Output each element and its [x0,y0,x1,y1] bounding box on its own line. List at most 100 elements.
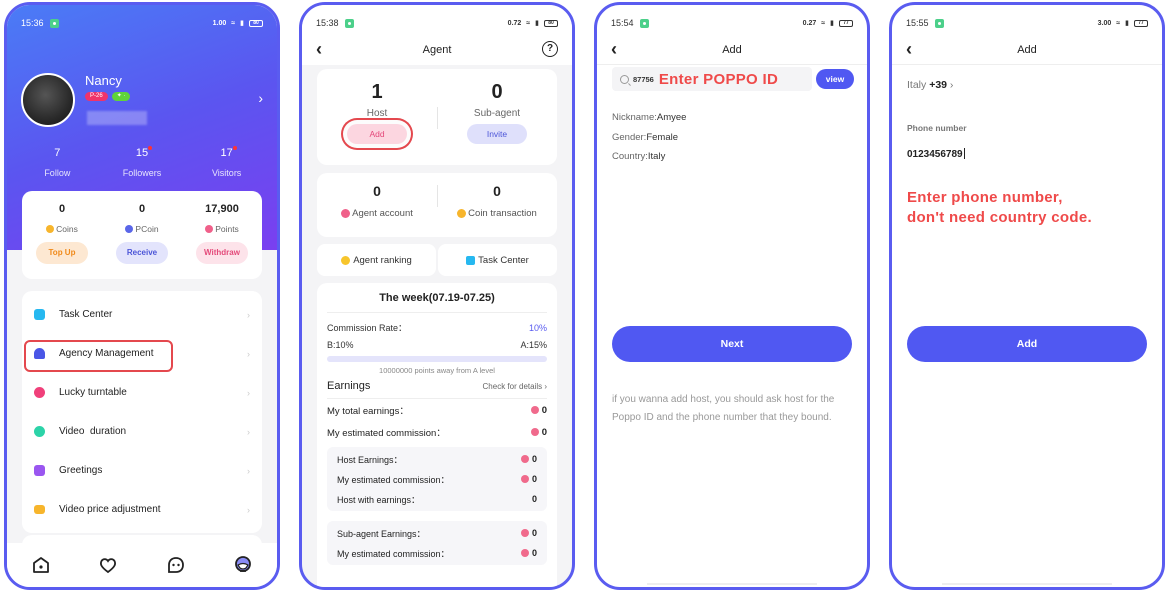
network-speed: 0.27 [802,19,817,27]
task-center-icon [466,255,476,265]
chevron-right-icon: › [247,348,250,359]
signal-icon: ▮ [535,20,539,27]
profile-chevron-icon[interactable]: › [258,90,263,106]
estimated-commission-row: My estimated commission： 0 [327,426,547,440]
points-icon [530,406,539,414]
table-row: My estimated commission： 0 [337,548,537,559]
home-indicator [942,583,1112,585]
receive-button[interactable]: Receive [116,242,168,264]
points-icon [520,475,529,483]
account-card: 0 Agent account 0 Coin transaction [317,173,557,237]
table-row: Host with earnings： 0 [337,494,537,505]
agent-account[interactable]: 0 Agent account [317,173,437,237]
status-time: 15:54 [611,18,634,28]
app-notification-icon [934,18,944,28]
task-center-button[interactable]: Task Center [438,244,557,276]
status-bar: 15:36 1.00 ≈ ▮ 80 [7,5,277,41]
home-icon [32,557,49,573]
new-dot-icon [148,146,153,150]
wifi-icon: ≈ [821,19,826,27]
agent-screen: 15:38 0.72 ≈ ▮ 80 ‹ Agent ? 1 Host Add 0 Su… [299,2,575,590]
app-notification-icon [344,18,354,28]
new-dot-icon [232,146,237,150]
add-host-button[interactable]: Add [347,124,407,144]
table-row: Host Earnings： 0 [337,454,537,465]
stat-visitors[interactable]: 17 Visitors [192,143,262,178]
agent-ranking-button[interactable]: Agent ranking [317,244,436,276]
status-time: 15:36 [21,18,44,28]
chevron-right-icon: › [247,465,250,476]
top-up-button[interactable]: Top Up [36,242,88,264]
level-row: B:10% A:15% [327,340,547,350]
country-selector[interactable]: Italy +39 › [907,79,953,91]
divider [437,185,438,207]
greetings-icon [34,465,45,476]
host-count: 1 [371,81,383,103]
view-button[interactable]: view [816,69,854,89]
page-title: Agent [422,44,452,56]
level-progress-bar [327,356,547,362]
nickname-row: Nickname:Amyee [612,112,687,123]
avatar[interactable] [21,73,75,127]
chat-icon [167,557,184,573]
menu-item-agency-management[interactable]: Agency Management › [22,334,262,373]
invite-subagent-button[interactable]: Invite [467,124,527,144]
points-icon [520,549,529,557]
chevron-right-icon: › [247,309,250,320]
nav-bar: ‹ Add [597,35,867,65]
earnings-header: Earnings Check for details › [327,380,547,399]
stat-follow[interactable]: 7 Follow [22,143,92,178]
nav-bar: ‹ Agent ? [302,35,572,65]
total-earnings-row: My total earnings： 0 [327,404,547,418]
stats-row: 7 Follow 15 Followers 17 Visitors [7,143,277,178]
menu-item-lucky-turntable[interactable]: Lucky turntable › [22,373,262,412]
help-icon[interactable]: ? [542,41,558,57]
progress-note: 10000000 points away from A level [379,366,495,375]
points-value: 17,900 [205,203,239,215]
menu-item-task-center[interactable]: Task Center › [22,295,262,334]
table-row: Sub-agent Earnings： 0 [337,528,537,539]
battery-icon: 80 [544,19,558,27]
agency-icon [34,348,45,359]
chevron-right-icon: › [247,387,250,398]
back-icon[interactable]: ‹ [611,39,617,59]
vip-badge: ✦ · [111,92,131,101]
check-details-link[interactable]: Check for details › [483,382,547,391]
back-icon[interactable]: ‹ [906,39,912,59]
clock-icon [34,426,45,437]
price-icon [34,505,45,514]
tab-home[interactable] [28,552,54,578]
agent-account-icon [341,209,351,218]
username: Nancy [85,73,122,88]
poppo-id-search-input[interactable]: 87756 Enter POPPO ID [612,67,812,91]
page-title: Add [1017,43,1037,56]
tab-messages[interactable] [163,552,189,578]
coin-transaction[interactable]: 0 Coin transaction [437,173,557,237]
menu-item-greetings[interactable]: Greetings › [22,451,262,490]
country-code: +39 [929,79,947,91]
tab-likes[interactable] [95,552,121,578]
tab-me[interactable] [230,552,256,578]
coin-icon [46,225,55,233]
network-speed: 1.00 [212,19,227,27]
points-icon [520,455,529,463]
wifi-icon: ≈ [1116,19,1121,27]
menu-item-video-price-adjustment[interactable]: Video price adjustment › [22,490,262,529]
menu-item-video-duration[interactable]: Video duration › [22,412,262,451]
commission-rate-value: 10% [528,322,547,333]
add-button[interactable]: Add [907,326,1147,362]
next-button[interactable]: Next [612,326,852,362]
phone-number-label: Phone number [907,123,967,133]
profile-tab-icon [235,556,252,572]
stat-followers[interactable]: 15 Followers [107,143,177,178]
phone-number-input[interactable]: 0123456789 [907,148,965,160]
subagent-earnings-box: Sub-agent Earnings： 0 My estimated commis… [327,521,547,565]
network-speed: 0.72 [507,19,522,27]
turntable-icon [34,387,45,398]
host-earnings-box: Host Earnings： 0 My estimated commission：… [327,447,547,511]
withdraw-button[interactable]: Withdraw [196,242,248,264]
battery-icon: 77 [839,19,853,27]
host-card: 1 Host Add 0 Sub-agent Invite [317,69,557,165]
host-column: 1 Host Add [317,69,437,165]
back-icon[interactable]: ‹ [316,39,322,59]
